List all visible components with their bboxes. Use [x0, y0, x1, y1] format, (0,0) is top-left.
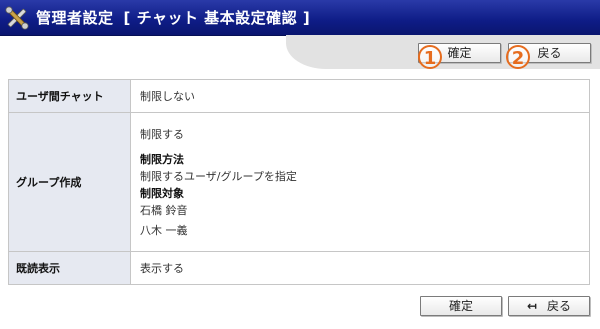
back-label: 戻る [547, 299, 572, 313]
back-arrow-icon: ↤ [526, 299, 538, 313]
annotation-marker-2: 2 [506, 45, 530, 69]
back-button-bottom[interactable]: ↤ 戻る [508, 296, 590, 316]
title-text: 管理者設定 [36, 9, 114, 27]
row-label-group-create: グループ作成 [8, 112, 131, 252]
target-user: 石橋 鈴音 [140, 203, 188, 217]
row-label-read-display: 既読表示 [8, 251, 131, 285]
table-row: グループ作成 制限する 制限方法 制限するユーザ/グループを指定 制限対象 石橋… [8, 112, 590, 252]
annotation-marker-1: 1 [418, 45, 442, 69]
method-value: 制限するユーザ/グループを指定 [140, 169, 297, 183]
target-heading: 制限対象 [140, 186, 184, 200]
target-user: 八木 一義 [140, 223, 188, 237]
row-value-group-create: 制限する 制限方法 制限するユーザ/グループを指定 制限対象 石橋 鈴音 八木 … [130, 112, 590, 252]
table-row: 既読表示 表示する [8, 251, 590, 285]
page-title: 管理者設定 [ チャット 基本設定確認 ] [36, 7, 310, 28]
row-value-read-display: 表示する [130, 251, 590, 285]
group-create-value: 制限する [140, 127, 184, 141]
method-heading: 制限方法 [140, 152, 184, 166]
row-value-user-chat: 制限しない [130, 79, 590, 113]
row-label-user-chat: ユーザ間チャット [8, 79, 131, 113]
settings-table: ユーザ間チャット 制限しない グループ作成 制限する 制限方法 制限するユーザ/… [8, 79, 590, 285]
table-row: ユーザ間チャット 制限しない [8, 79, 590, 113]
title-bar: 管理者設定 [ チャット 基本設定確認 ] [0, 0, 600, 36]
confirm-button-bottom[interactable]: 確定 [420, 296, 502, 316]
subtitle-text: [ チャット 基本設定確認 ] [123, 9, 311, 27]
tools-icon [5, 6, 29, 30]
